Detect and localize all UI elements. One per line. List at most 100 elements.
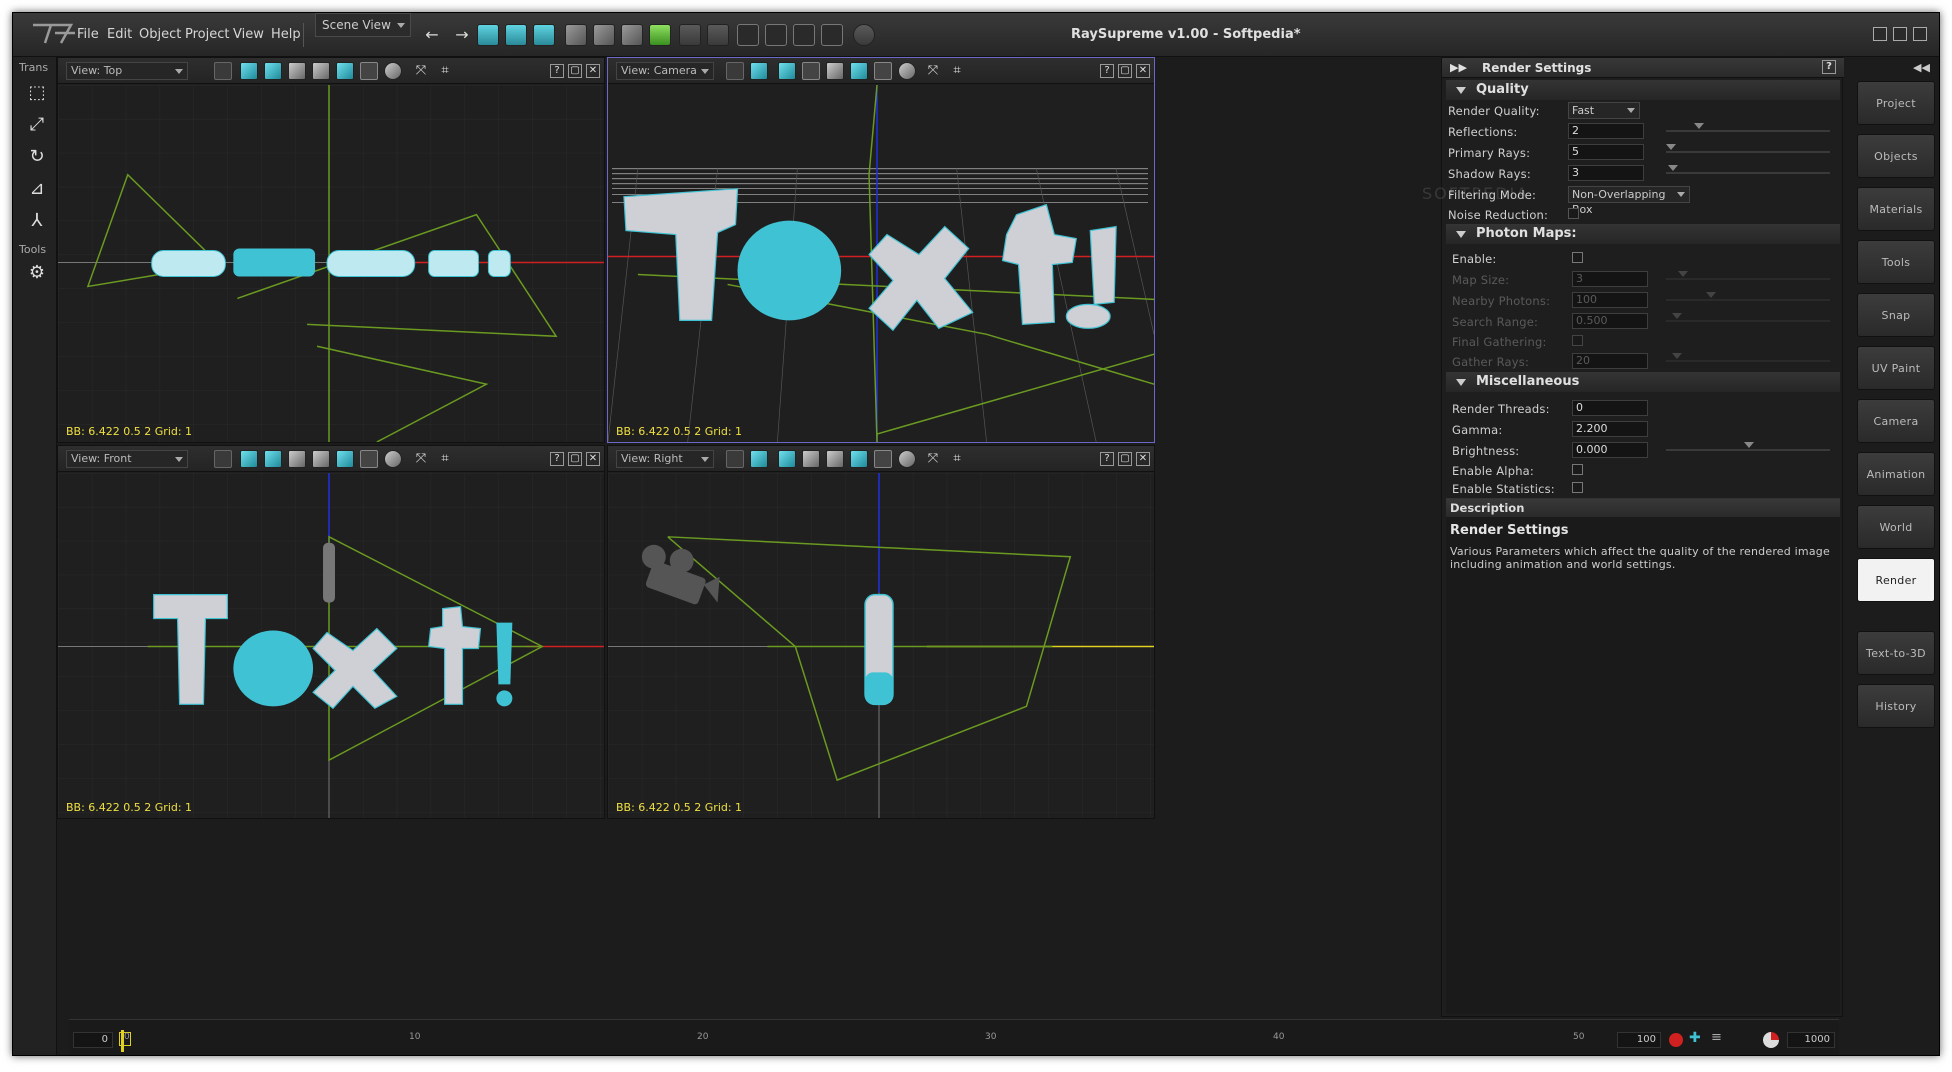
material-ball-icon[interactable] [898, 62, 916, 80]
viewport-canvas[interactable]: BB: 6.422 0.5 2 Grid: 1 [58, 85, 604, 442]
zoom-selected-icon[interactable]: ⌗ [436, 450, 454, 468]
flat-shade-icon[interactable] [288, 450, 306, 468]
slider-knob[interactable] [1666, 144, 1676, 150]
textured-icon[interactable] [336, 450, 354, 468]
layout-horizontal-icon[interactable] [793, 24, 815, 46]
material-ball-icon[interactable] [384, 62, 402, 80]
tab-history[interactable]: History [1857, 684, 1935, 728]
slider-knob[interactable] [1672, 313, 1682, 319]
viewport-front[interactable]: View: Front ⤧ ⌗ ? ▢ ✕ BB: 6.422 0.5 2 Gr… [57, 445, 605, 819]
close-icon[interactable] [1913, 27, 1927, 41]
minimize-icon[interactable] [1873, 27, 1887, 41]
wire-cube-icon[interactable] [750, 450, 768, 468]
collapse-tabs-icon[interactable]: ◀◀ [1913, 61, 1930, 74]
grid-toggle-icon[interactable] [214, 450, 232, 468]
primary-rays-slider[interactable] [1666, 144, 1830, 153]
record-icon[interactable] [1669, 1033, 1683, 1047]
frame-rate-dial-icon[interactable] [1763, 1032, 1779, 1048]
tab-tools[interactable]: Tools [1857, 240, 1935, 284]
brightness-slider[interactable] [1666, 442, 1830, 451]
photon-enable-checkbox[interactable] [1572, 252, 1583, 263]
material-ball-icon[interactable] [898, 450, 916, 468]
textured-icon[interactable] [850, 62, 868, 80]
view-combo[interactable]: View: Right [616, 450, 714, 468]
noise-reduction-checkbox[interactable] [1568, 208, 1579, 219]
viewport-right[interactable]: View: Right ⤧ ⌗ ? ▢ ✕ BB: 6.422 0.5 2 Gr… [607, 445, 1155, 819]
tab-text-to-3d[interactable]: Text-to-3D [1857, 631, 1935, 675]
tab-render[interactable]: Render [1857, 558, 1935, 602]
tab-uv-paint[interactable]: UV Paint [1857, 346, 1935, 390]
render-final-icon[interactable] [533, 24, 555, 46]
hidden-line-icon[interactable] [264, 62, 282, 80]
zoom-selected-icon[interactable]: ⌗ [948, 450, 966, 468]
box-icon[interactable] [593, 24, 615, 46]
collapse-panel-icon[interactable]: ▶▶ [1450, 58, 1467, 78]
layout-four-icon[interactable] [737, 24, 759, 46]
maximize-icon[interactable]: ▢ [568, 452, 582, 466]
zoom-extents-icon[interactable]: ⤧ [412, 62, 430, 80]
section-quality[interactable]: Quality [1446, 80, 1840, 100]
help-icon[interactable]: ? [550, 64, 564, 78]
close-icon[interactable]: ✕ [1136, 64, 1150, 78]
slider-knob[interactable] [1678, 271, 1688, 277]
smooth-shade-icon[interactable] [312, 450, 330, 468]
textured-icon[interactable] [850, 450, 868, 468]
final-gathering-checkbox[interactable] [1572, 335, 1583, 346]
filtering-mode-select[interactable]: Non-Overlapping Box [1568, 186, 1690, 216]
viewport-camera[interactable]: View: Camera ⤧ ⌗ ? ▢ ✕ BB: 6.422 0.5 2 G… [607, 57, 1155, 443]
select-region-icon[interactable]: ⬚ [25, 81, 49, 105]
enable-statistics-checkbox[interactable] [1572, 482, 1583, 493]
viewport-canvas[interactable]: BB: 6.422 0.5 2 Grid: 1 [608, 473, 1154, 818]
tab-world[interactable]: World [1857, 505, 1935, 549]
zoom-extents-icon[interactable]: ⤧ [924, 450, 942, 468]
menu-edit[interactable]: Edit [107, 27, 132, 42]
clapper-icon[interactable] [707, 24, 729, 46]
shaded-wire-icon[interactable] [360, 62, 378, 80]
slider-knob[interactable] [1694, 123, 1704, 129]
section-photon-maps[interactable]: Photon Maps: [1446, 224, 1840, 244]
menu-file[interactable]: File [77, 27, 99, 42]
menu-object[interactable]: Object [139, 27, 181, 42]
remove-keyframe-icon[interactable]: ≡ [1711, 1030, 1722, 1045]
enable-alpha-checkbox[interactable] [1572, 464, 1583, 475]
close-icon[interactable]: ✕ [586, 452, 600, 466]
close-icon[interactable]: ✕ [1136, 452, 1150, 466]
gather-rays-slider[interactable] [1666, 353, 1830, 362]
view-combo[interactable]: View: Camera [616, 62, 714, 80]
film-icon[interactable] [679, 24, 701, 46]
zoom-extents-icon[interactable]: ⤧ [412, 450, 430, 468]
shadow-rays-slider[interactable] [1666, 165, 1830, 174]
view-combo[interactable]: View: Top [66, 62, 188, 80]
reflections-slider[interactable] [1666, 123, 1830, 132]
reflections-input[interactable]: 2 [1568, 123, 1644, 139]
gears-icon[interactable]: ⚙ [25, 261, 49, 285]
map-size-slider[interactable] [1666, 271, 1830, 280]
nearby-photons-input[interactable]: 100 [1572, 292, 1648, 308]
grid-toggle-icon[interactable] [726, 450, 744, 468]
timeline-start-input[interactable]: 0 [73, 1032, 113, 1048]
slider-knob[interactable] [1672, 353, 1682, 359]
tab-snap[interactable]: Snap [1857, 293, 1935, 337]
globe-icon[interactable] [853, 24, 875, 46]
move-icon[interactable]: ⤢ [25, 113, 49, 137]
hidden-line-icon[interactable] [778, 450, 796, 468]
shaded-wire-icon[interactable] [360, 450, 378, 468]
smooth-shade-icon[interactable] [312, 62, 330, 80]
tab-objects[interactable]: Objects [1857, 134, 1935, 178]
render-region-icon[interactable] [505, 24, 527, 46]
maximize-icon[interactable]: ▢ [1118, 64, 1132, 78]
help-icon[interactable]: ? [1822, 60, 1836, 74]
search-range-input[interactable]: 0.500 [1572, 313, 1648, 329]
flat-shade-icon[interactable] [802, 450, 820, 468]
primary-rays-input[interactable]: 5 [1568, 144, 1644, 160]
flat-shade-icon[interactable] [826, 62, 844, 80]
undo-icon[interactable]: ← [421, 24, 443, 46]
solid-icon[interactable] [874, 62, 892, 80]
wire-cube-icon[interactable] [750, 62, 768, 80]
menu-help[interactable]: Help [271, 27, 301, 42]
tab-camera[interactable]: Camera [1857, 399, 1935, 443]
scene-view-combo[interactable]: Scene View [315, 13, 411, 37]
scale-icon[interactable]: ⊿ [25, 177, 49, 201]
timeline[interactable]: 0 0 10 20 30 40 50 100 ✚ ≡ 1000 [69, 1019, 1839, 1055]
slider-knob[interactable] [1706, 292, 1716, 298]
